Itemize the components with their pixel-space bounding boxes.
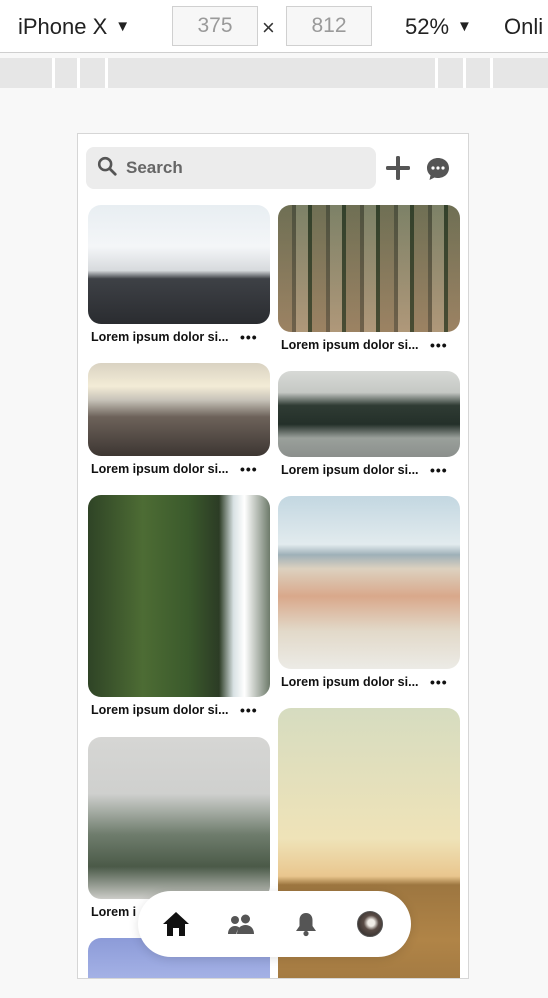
pin-image-waterfall[interactable]: [88, 495, 270, 697]
times-icon: ×: [262, 15, 275, 40]
chevron-down-icon: ▼: [115, 18, 131, 35]
ruler-divider: [435, 58, 438, 88]
pin-image-snowy-road[interactable]: [88, 205, 270, 324]
search-box[interactable]: [86, 147, 376, 189]
pin-caption: Lorem ipsum dolor si...: [91, 330, 229, 344]
zoom-select[interactable]: 52% ▼: [405, 0, 472, 53]
ruler-divider: [490, 58, 493, 88]
chat-bubble-icon: [427, 158, 449, 180]
pin-caption: Lorem ipsum dolor si...: [91, 462, 229, 476]
media-query-ruler[interactable]: [0, 58, 548, 88]
pin-image-city-aerial[interactable]: [278, 205, 460, 332]
more-options-icon[interactable]: •••: [240, 702, 258, 718]
devtools-toolbar: iPhone X ▼ 375 × 812 52% ▼ Onli: [0, 0, 548, 53]
pin-caption: Lorem i: [91, 905, 137, 919]
avatar: [357, 911, 383, 937]
more-options-icon[interactable]: •••: [430, 674, 448, 690]
pin-caption: Lorem ipsum dolor si...: [281, 338, 419, 352]
more-options-icon[interactable]: •••: [240, 329, 258, 345]
more-options-icon[interactable]: •••: [240, 461, 258, 477]
bell-icon: [296, 913, 316, 937]
ruler-divider: [463, 58, 466, 88]
device-select[interactable]: iPhone X ▼: [18, 0, 130, 53]
following-tab[interactable]: [227, 910, 255, 938]
height-input[interactable]: 812: [286, 6, 372, 46]
search-input[interactable]: [126, 158, 366, 178]
device-label: iPhone X: [18, 13, 108, 39]
ruler-divider: [52, 58, 55, 88]
network-select[interactable]: Onli: [504, 0, 543, 53]
messages-button[interactable]: [425, 156, 451, 182]
pin-image-beach-sunbather[interactable]: [278, 496, 460, 669]
width-input[interactable]: 375: [172, 6, 258, 46]
network-label: Onli: [504, 13, 544, 39]
more-options-icon[interactable]: •••: [430, 337, 448, 353]
pin-caption: Lorem ipsum dolor si...: [91, 703, 229, 717]
pin-caption: Lorem ipsum dolor si...: [281, 463, 419, 477]
zoom-label: 52%: [405, 13, 450, 39]
search-icon: [96, 155, 118, 182]
home-tab[interactable]: [162, 910, 190, 938]
device-viewport: Lorem ipsum dolor si... ••• Lorem ipsum …: [77, 133, 469, 979]
bottom-nav: [138, 891, 411, 957]
profile-tab[interactable]: [356, 910, 384, 938]
add-button[interactable]: [384, 154, 412, 182]
chevron-down-icon: ▼: [457, 18, 472, 35]
top-bar: [86, 147, 462, 189]
ruler-divider: [77, 58, 80, 88]
people-icon: [228, 914, 254, 934]
pin-image-mountain-clouds[interactable]: [88, 363, 270, 456]
home-icon: [163, 912, 189, 936]
pin-image-foggy-forest[interactable]: [88, 737, 270, 899]
notifications-tab[interactable]: [292, 910, 320, 938]
plus-icon: [386, 156, 410, 180]
more-options-icon[interactable]: •••: [430, 462, 448, 478]
pin-image-forest-road[interactable]: [278, 371, 460, 457]
ruler-divider: [105, 58, 108, 88]
pin-caption: Lorem ipsum dolor si...: [281, 675, 419, 689]
